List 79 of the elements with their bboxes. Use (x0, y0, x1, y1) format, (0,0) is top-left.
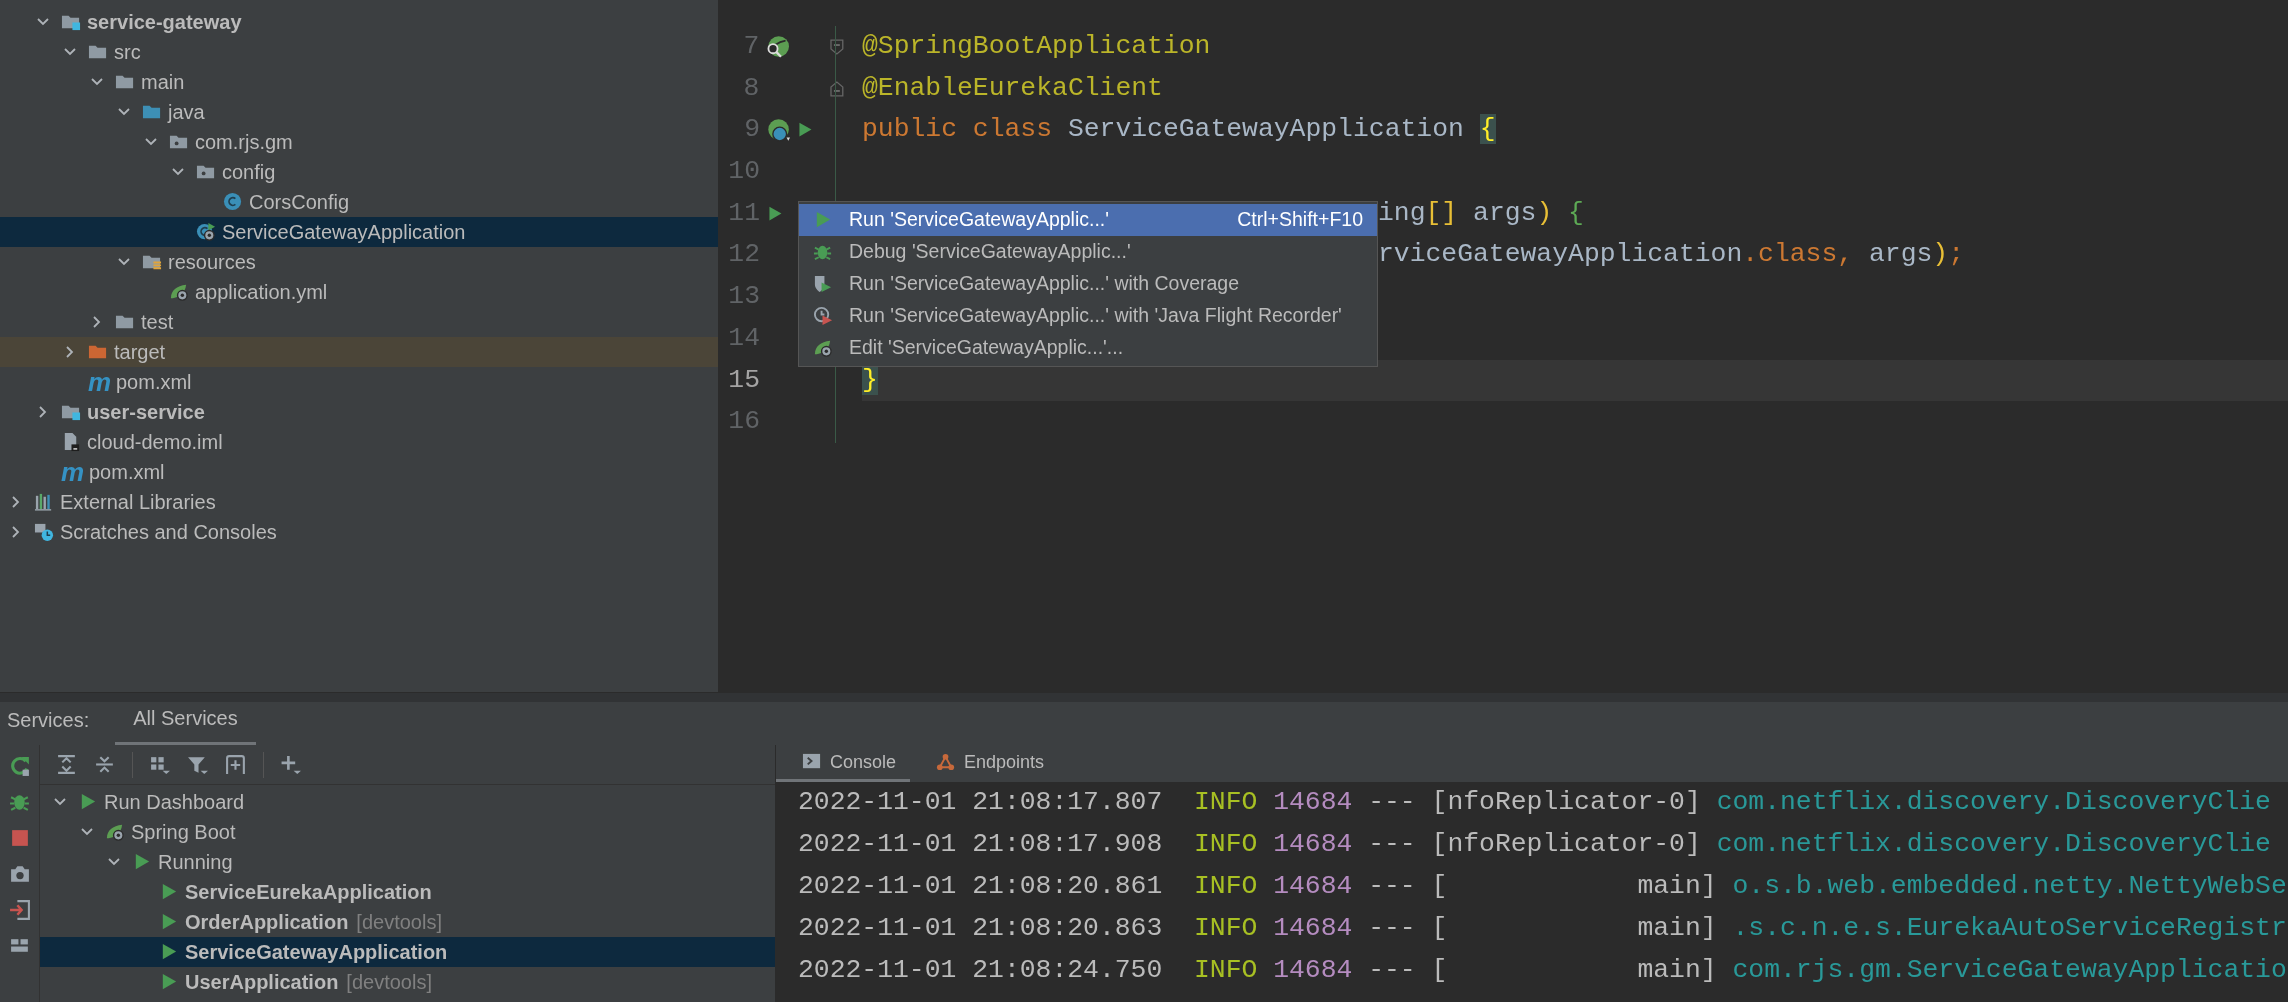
tree-item[interactable]: Spring Boot (40, 817, 775, 847)
tree-item[interactable]: Running (40, 847, 775, 877)
shortcut-text: Ctrl+Shift+F10 (1237, 207, 1363, 233)
endpoints-icon (936, 752, 957, 772)
line-number: 12 (727, 238, 760, 272)
spring-leaf-icon (169, 282, 189, 302)
tree-item[interactable]: config (0, 157, 718, 187)
line-number: 11 (727, 196, 760, 230)
line-number: 15 (727, 363, 760, 397)
spring-leaf-icon (813, 338, 833, 358)
new-tab-icon (225, 753, 247, 776)
tree-item[interactable]: service-gateway (0, 7, 718, 37)
tree-item[interactable]: ServiceGatewayApplication (40, 937, 775, 967)
menu-item[interactable]: Run 'ServiceGatewayApplic...' Ctrl+Shift+F10 (799, 204, 1377, 236)
tree-item[interactable]: resources (0, 247, 718, 277)
run-icon (766, 204, 784, 223)
expand-all-icon (56, 753, 78, 776)
fold-icon (830, 80, 844, 97)
tab[interactable]: All Services (115, 703, 256, 745)
panel-title: Services: (7, 708, 90, 733)
tree-item[interactable]: CorsConfig (0, 187, 718, 217)
m-icon: m (61, 459, 83, 485)
tree-item[interactable]: Scratches and Consoles (0, 517, 718, 547)
line-number: 13 (727, 280, 760, 314)
bean-class-icon (766, 118, 790, 143)
log-line: 2022-11-01 21:08:20.861 INFO 14684 --- [ main] o.s.b.web.embedded.netty.NettyWebSe (798, 870, 2288, 904)
log-line: 2022-11-01 21:08:24.750 INFO 14684 --- [ main] com.rjs.gm.ServiceGatewayApplicatio (798, 954, 2288, 988)
code-line: @EnableEurekaClient (862, 71, 1163, 105)
log-line: 2022-11-01 21:08:20.863 INFO 14684 --- [ main] .s.c.n.e.s.EurekaAutoServiceRegistr (798, 912, 2288, 946)
menu-item[interactable]: Run 'ServiceGatewayApplic...' with 'Java Flight Recorder' (799, 300, 1377, 332)
tree-item[interactable]: java (0, 97, 718, 127)
rerun-icon (8, 755, 31, 777)
scratches-icon (34, 522, 54, 542)
tab[interactable]: Endpoints (910, 745, 1059, 782)
log-line: 2022-11-01 21:08:17.807 INFO 14684 --- [nfoReplicator-0] com.netflix.discovery.DiscoveryClie (798, 786, 2272, 820)
code-line: rviceGatewayApplication.class, args); (1378, 238, 1964, 272)
bean-search-icon (765, 34, 790, 59)
fold-icon (830, 38, 844, 55)
add-icon (280, 753, 302, 776)
tree-item[interactable]: Run Dashboard (40, 787, 775, 817)
tree-item[interactable]: main (0, 67, 718, 97)
log-line: 2022-11-01 21:08:17.908 INFO 14684 --- [nfoReplicator-0] com.netflix.discovery.DiscoveryClie (798, 828, 2272, 862)
tree-item[interactable]: user-service (0, 397, 718, 427)
tree-item[interactable]: OrderApplication [devtools] (40, 907, 775, 937)
tree-item[interactable]: ServiceGatewayApplication (0, 217, 718, 247)
line-number: 10 (727, 155, 760, 189)
code-line: public class ServiceGatewayApplication { (862, 113, 1496, 147)
tag-text: [devtools] (346, 970, 432, 995)
line-number: 9 (743, 113, 760, 147)
spring-class-icon (196, 222, 216, 242)
line-number: 7 (742, 30, 760, 64)
line-number: 14 (727, 321, 760, 355)
class-icon (223, 192, 243, 212)
tree-item[interactable]: m pom.xml (0, 457, 718, 487)
libraries-icon (34, 492, 54, 512)
m-icon: m (88, 369, 110, 395)
menu-item[interactable]: Edit 'ServiceGatewayApplic...'... (799, 332, 1377, 364)
tree-item[interactable]: com.rjs.gm (0, 127, 718, 157)
tree-item[interactable]: UserApplication [devtools] (40, 967, 775, 997)
tree-item[interactable]: m pom.xml (0, 367, 718, 397)
tree-item[interactable]: src (0, 37, 718, 67)
code-line: ing[] args) { (1378, 196, 1584, 230)
menu-item[interactable]: Run 'ServiceGatewayApplic...' with Coverage (799, 268, 1377, 300)
line-number: 8 (742, 71, 760, 105)
enter-icon (8, 899, 31, 921)
tree-item[interactable]: target (0, 337, 718, 367)
tag-text: [devtools] (356, 910, 442, 935)
tree-item[interactable]: test (0, 307, 718, 337)
clock-icon (813, 306, 833, 326)
line-number: 16 (727, 405, 760, 439)
spring-leaf-icon (105, 822, 125, 842)
camera-icon (8, 863, 31, 885)
code-line: @SpringBootApplication (862, 30, 1211, 64)
tree-item[interactable]: application.yml (0, 277, 718, 307)
menu-item[interactable]: Debug 'ServiceGatewayApplic...' (799, 236, 1377, 268)
coverage-icon (813, 274, 833, 294)
tree-item[interactable]: External Libraries (0, 487, 718, 517)
tree-item[interactable]: ServiceEurekaApplication (40, 877, 775, 907)
tree-item[interactable]: cloud-demo.iml (0, 427, 718, 457)
